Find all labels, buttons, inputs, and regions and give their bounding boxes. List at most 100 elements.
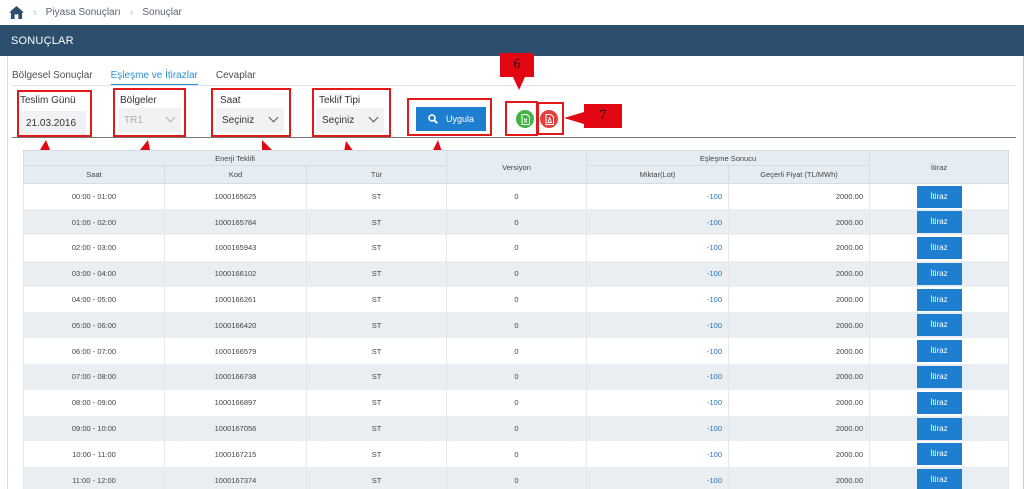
table-body: 00:00 - 01:00 1000165625 ST 0 -100 2000.00 İti… xyxy=(23,183,1010,489)
table-row: 00:00 - 01:00 1000165625 ST 0 -100 2000.00 İti… xyxy=(23,183,1010,210)
page-header: SONUÇLAR xyxy=(0,25,1024,56)
itiraz-button[interactable]: İtiraz xyxy=(916,469,962,489)
itiraz-cell: İtiraz xyxy=(869,260,1010,287)
table-row: 08:00 - 09:00 1000166897 ST 0 -100 2000.00 İti… xyxy=(23,389,1010,416)
chevron-right-icon: › xyxy=(129,6,134,19)
fiyat-cell: 2000.00 xyxy=(728,209,871,236)
tur-cell: ST xyxy=(305,260,448,287)
itiraz-button[interactable]: İtiraz xyxy=(916,391,962,414)
itiraz-button[interactable]: İtiraz xyxy=(916,365,962,388)
itiraz-header: İtiraz xyxy=(869,150,1010,184)
itiraz-cell: İtiraz xyxy=(869,183,1010,210)
miktar-cell: -100 xyxy=(586,286,730,313)
versiyon-cell: 0 xyxy=(446,389,588,416)
table-row: 10:00 - 11:00 1000167215 ST 0 -100 2000.00 İti… xyxy=(23,441,1010,468)
miktar-cell: -100 xyxy=(586,338,730,365)
annotation-badge-7: 7 xyxy=(584,104,622,128)
results-table: Enerji Teklifi Versiyon Eşleşme Sonucu İ… xyxy=(22,150,1010,489)
tab-eslesme-itirazlar[interactable]: Eşleşme ve İtirazlar xyxy=(110,68,198,86)
miktar-cell: -100 xyxy=(586,441,730,468)
table-row: 03:00 - 04:00 1000166102 ST 0 -100 2000.00 İti… xyxy=(23,260,1010,287)
itiraz-cell: İtiraz xyxy=(869,364,1010,390)
versiyon-header: Versiyon xyxy=(446,150,588,184)
kod-cell: 1000167215 xyxy=(164,441,307,468)
saat-cell: 02:00 - 03:00 xyxy=(23,235,165,261)
tur-cell: ST xyxy=(305,183,448,210)
fiyat-cell: 2000.00 xyxy=(728,286,871,313)
tur-cell: ST xyxy=(305,286,448,313)
versiyon-cell: 0 xyxy=(446,338,588,365)
itiraz-button[interactable]: İtiraz xyxy=(916,340,962,363)
fiyat-cell: 2000.00 xyxy=(728,441,871,468)
saat-column-header[interactable]: Saat xyxy=(23,165,165,184)
itiraz-button[interactable]: İtiraz xyxy=(916,211,962,234)
page-title: SONUÇLAR xyxy=(11,34,74,47)
miktar-cell: -100 xyxy=(586,260,730,287)
itiraz-button[interactable]: İtiraz xyxy=(916,185,962,208)
saat-cell: 05:00 - 06:00 xyxy=(23,312,165,339)
fiyat-cell: 2000.00 xyxy=(728,235,871,261)
enerji-teklifi-header: Enerji Teklifi xyxy=(22,150,448,166)
saat-cell: 10:00 - 11:00 xyxy=(23,441,165,468)
kod-cell: 1000165784 xyxy=(164,209,307,236)
tur-cell: ST xyxy=(305,364,448,390)
miktar-cell: -100 xyxy=(586,364,730,390)
itiraz-button[interactable]: İtiraz xyxy=(916,314,962,337)
tur-cell: ST xyxy=(305,312,448,339)
annotation-box-5 xyxy=(407,98,492,136)
table-row: 04:00 - 05:00 1000166261 ST 0 -100 2000.00 İti… xyxy=(23,286,1010,313)
tur-cell: ST xyxy=(305,389,448,416)
itiraz-button[interactable]: İtiraz xyxy=(916,262,962,285)
home-icon[interactable] xyxy=(9,6,24,19)
fiyat-cell: 2000.00 xyxy=(728,415,871,442)
annotation-box-1 xyxy=(17,90,92,137)
itiraz-cell: İtiraz xyxy=(869,209,1010,236)
kod-cell: 1000165625 xyxy=(164,183,307,210)
miktar-cell: -100 xyxy=(586,235,730,261)
itiraz-button[interactable]: İtiraz xyxy=(916,236,962,259)
itiraz-cell: İtiraz xyxy=(869,415,1010,442)
versiyon-cell: 0 xyxy=(446,467,588,489)
fiyat-cell: 2000.00 xyxy=(728,260,871,287)
miktar-column-header[interactable]: Miktar(Lot) xyxy=(586,165,730,184)
divider xyxy=(12,137,1016,138)
breadcrumb-item-piyasa[interactable]: Piyasa Sonuçları xyxy=(46,7,121,18)
annotation-box-4 xyxy=(312,88,391,137)
table-row: 06:00 - 07:00 1000166579 ST 0 -100 2000.00 İti… xyxy=(23,338,1010,365)
tab-bar: Bölgesel Sonuçlar Eşleşme ve İtirazlar C… xyxy=(12,68,274,86)
miktar-cell: -100 xyxy=(586,389,730,416)
divider xyxy=(12,85,1016,86)
table-row: 02:00 - 03:00 1000165943 ST 0 -100 2000.00 İti… xyxy=(23,235,1010,261)
fiyat-column-header[interactable]: Geçerli Fiyat (TL/MWh) xyxy=(728,165,871,184)
versiyon-cell: 0 xyxy=(446,183,588,210)
versiyon-cell: 0 xyxy=(446,260,588,287)
fiyat-cell: 2000.00 xyxy=(728,338,871,365)
tur-cell: ST xyxy=(305,235,448,261)
tur-column-header[interactable]: Tür xyxy=(305,165,448,184)
saat-cell: 09:00 - 10:00 xyxy=(23,415,165,442)
kod-cell: 1000166420 xyxy=(164,312,307,339)
itiraz-button[interactable]: İtiraz xyxy=(916,443,962,466)
versiyon-cell: 0 xyxy=(446,209,588,236)
versiyon-cell: 0 xyxy=(446,415,588,442)
kod-cell: 1000166897 xyxy=(164,389,307,416)
table-row: 05:00 - 06:00 1000166420 ST 0 -100 2000.00 İti… xyxy=(23,312,1010,339)
annotation-box-7 xyxy=(537,102,564,135)
tab-cevaplar[interactable]: Cevaplar xyxy=(216,68,256,86)
saat-cell: 01:00 - 02:00 xyxy=(23,209,165,236)
kod-column-header[interactable]: Kod xyxy=(164,165,307,184)
tab-bolgesel-sonuclar[interactable]: Bölgesel Sonuçlar xyxy=(12,68,93,86)
itiraz-cell: İtiraz xyxy=(869,312,1010,339)
fiyat-cell: 2000.00 xyxy=(728,364,871,390)
saat-cell: 04:00 - 05:00 xyxy=(23,286,165,313)
annotation-box-3 xyxy=(211,88,291,137)
table-row: 07:00 - 08:00 1000166738 ST 0 -100 2000.00 İti… xyxy=(23,364,1010,390)
miktar-cell: -100 xyxy=(586,183,730,210)
fiyat-cell: 2000.00 xyxy=(728,389,871,416)
breadcrumb-item-sonuclar[interactable]: Sonuçlar xyxy=(142,7,181,18)
miktar-cell: -100 xyxy=(586,209,730,236)
itiraz-button[interactable]: İtiraz xyxy=(916,288,962,311)
tur-cell: ST xyxy=(305,338,448,365)
saat-cell: 07:00 - 08:00 xyxy=(23,364,165,390)
itiraz-button[interactable]: İtiraz xyxy=(916,417,962,440)
